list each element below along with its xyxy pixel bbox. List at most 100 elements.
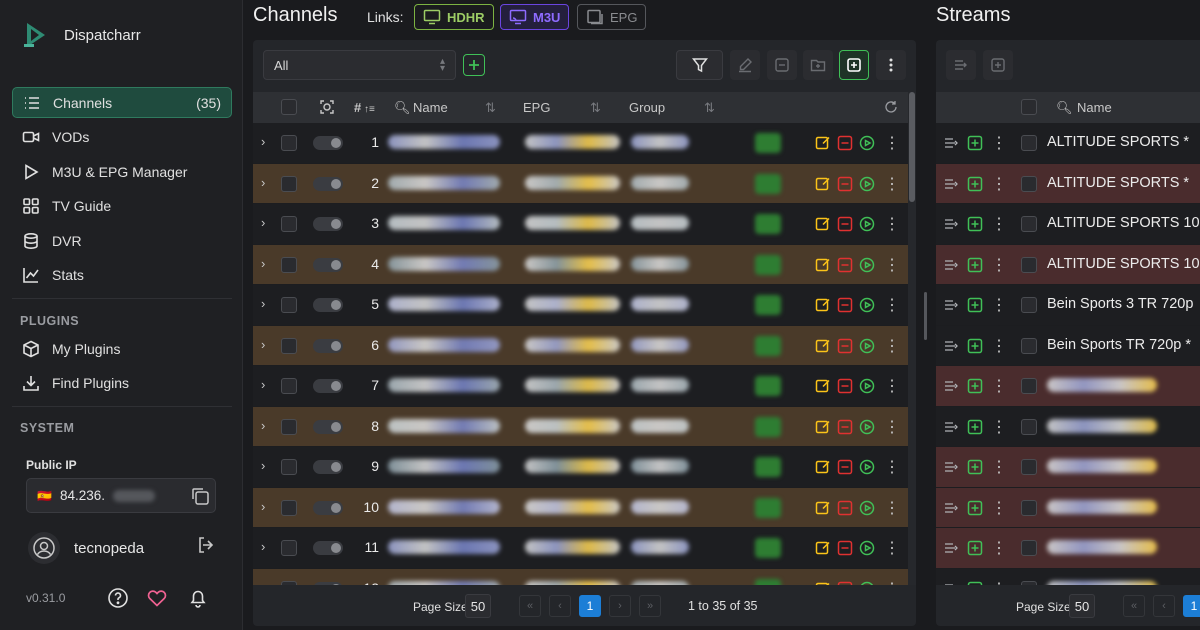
enabled-toggle[interactable] [313, 217, 343, 231]
add-stream-icon[interactable] [967, 378, 983, 394]
table-row[interactable]: › 4 ⋮ [253, 244, 908, 285]
assign-stream-icon[interactable] [944, 177, 960, 191]
preview-channel-button[interactable] [859, 176, 875, 192]
delete-channel-button[interactable] [837, 459, 853, 475]
enabled-toggle[interactable] [313, 379, 343, 393]
assign-stream-icon[interactable] [944, 298, 960, 312]
add-stream-icon[interactable] [967, 257, 983, 273]
row-menu-icon[interactable]: ⋮ [884, 376, 900, 396]
row-checkbox[interactable] [281, 297, 297, 313]
table-row[interactable]: › 3 ⋮ [253, 204, 908, 245]
expand-chevron-icon[interactable]: › [261, 296, 265, 311]
add-stream-icon[interactable] [967, 135, 983, 151]
assign-streams-button[interactable] [946, 50, 976, 80]
row-menu-icon[interactable]: ⋮ [884, 417, 900, 437]
row-menu-icon[interactable]: ⋮ [884, 295, 900, 315]
group-column-header[interactable]: Group [629, 100, 665, 115]
enabled-toggle[interactable] [313, 176, 343, 191]
expand-chevron-icon[interactable]: › [261, 539, 265, 554]
select-all-streams-checkbox[interactable] [1021, 99, 1037, 115]
preview-channel-button[interactable] [859, 459, 875, 475]
expand-chevron-icon[interactable]: › [261, 134, 265, 149]
stream-row[interactable]: ⋮ ALTITUDE SPORTS 108 [936, 244, 1200, 285]
edit-channel-button[interactable] [815, 378, 831, 394]
edit-channel-button[interactable] [815, 176, 831, 192]
row-menu-icon[interactable]: ⋮ [884, 174, 900, 194]
expand-chevron-icon[interactable]: › [261, 499, 265, 514]
create-channel-button[interactable] [983, 50, 1013, 80]
m3u-link-button[interactable]: M3U [500, 4, 570, 30]
enabled-toggle[interactable] [313, 338, 343, 353]
assign-stream-icon[interactable] [944, 217, 960, 231]
current-page-button[interactable]: 1 [579, 595, 601, 617]
enabled-toggle[interactable] [313, 298, 343, 312]
stream-checkbox[interactable] [1021, 580, 1037, 585]
stream-row[interactable]: ⋮ [936, 366, 1200, 407]
table-row[interactable]: › 10 ⋮ [253, 487, 908, 528]
edit-channel-button[interactable] [815, 216, 831, 232]
hdhr-link-button[interactable]: HDHR [414, 4, 494, 30]
add-profile-button[interactable] [463, 54, 485, 76]
enabled-toggle[interactable] [313, 541, 343, 555]
preview-channel-button[interactable] [859, 216, 875, 232]
edit-channel-button[interactable] [815, 540, 831, 556]
first-page-button[interactable]: « [1123, 595, 1145, 617]
stream-row[interactable]: ⋮ ALTITUDE SPORTS * [936, 123, 1200, 164]
first-page-button[interactable]: « [519, 595, 541, 617]
delete-channel-button[interactable] [837, 176, 853, 192]
table-row[interactable]: › 5 ⋮ [253, 285, 908, 326]
stream-menu-icon[interactable]: ⋮ [991, 214, 1007, 234]
preview-channel-button[interactable] [859, 257, 875, 273]
sort-icon[interactable]: ⇅ [704, 100, 715, 116]
row-menu-icon[interactable]: ⋮ [884, 133, 900, 153]
add-stream-icon[interactable] [967, 419, 983, 435]
row-menu-icon[interactable]: ⋮ [884, 538, 900, 558]
row-checkbox[interactable] [281, 378, 297, 394]
epg-link-button[interactable]: EPG [577, 4, 647, 30]
preview-channel-button[interactable] [859, 135, 875, 151]
sort-icon[interactable]: ⇅ [590, 100, 601, 116]
add-stream-icon[interactable] [967, 297, 983, 313]
edit-channel-button[interactable] [815, 419, 831, 435]
more-options-button[interactable] [876, 50, 906, 80]
last-page-button[interactable]: » [639, 595, 661, 617]
sort-icon[interactable]: ⇅ [485, 100, 496, 116]
table-row[interactable]: › 2 ⋮ [253, 163, 908, 204]
add-to-folder-button[interactable] [803, 50, 833, 80]
stream-checkbox[interactable] [1021, 418, 1037, 435]
sidebar-item-dvr[interactable]: DVR [12, 225, 232, 256]
prev-page-button[interactable]: ‹ [1153, 595, 1175, 617]
panel-resize-handle[interactable] [924, 292, 927, 340]
row-checkbox[interactable] [281, 337, 297, 354]
table-row[interactable]: › 7 ⋮ [253, 366, 908, 407]
number-column-header[interactable]: # ↑≡ [354, 100, 375, 115]
expand-chevron-icon[interactable]: › [261, 337, 265, 352]
sidebar-item-channels[interactable]: Channels (35) [12, 87, 232, 118]
row-checkbox[interactable] [281, 175, 297, 192]
heart-icon[interactable] [146, 587, 168, 609]
stream-checkbox[interactable] [1021, 459, 1037, 475]
stream-menu-icon[interactable]: ⋮ [991, 174, 1007, 194]
row-checkbox[interactable] [281, 499, 297, 516]
preview-channel-button[interactable] [859, 297, 875, 313]
enabled-toggle[interactable] [313, 581, 343, 585]
stream-menu-icon[interactable]: ⋮ [991, 376, 1007, 396]
brand[interactable]: Dispatcharr [22, 20, 141, 50]
delete-channel-button[interactable] [837, 540, 853, 556]
delete-channel-button[interactable] [837, 581, 853, 585]
add-channel-button[interactable] [839, 50, 869, 80]
edit-channel-button[interactable] [815, 257, 831, 273]
expand-chevron-icon[interactable]: › [261, 458, 265, 473]
table-row[interactable]: › 6 ⋮ [253, 325, 908, 366]
edit-button[interactable] [730, 50, 760, 80]
table-row[interactable]: › 9 ⋮ [253, 447, 908, 488]
add-stream-icon[interactable] [967, 216, 983, 232]
sidebar-item-my-plugins[interactable]: My Plugins [12, 333, 232, 364]
row-checkbox[interactable] [281, 459, 297, 475]
add-stream-icon[interactable] [967, 500, 983, 516]
help-icon[interactable] [107, 587, 129, 609]
delete-channel-button[interactable] [837, 419, 853, 435]
enabled-toggle[interactable] [313, 257, 343, 272]
enabled-toggle[interactable] [313, 500, 343, 515]
sidebar-item-tv-guide[interactable]: TV Guide [12, 191, 232, 222]
